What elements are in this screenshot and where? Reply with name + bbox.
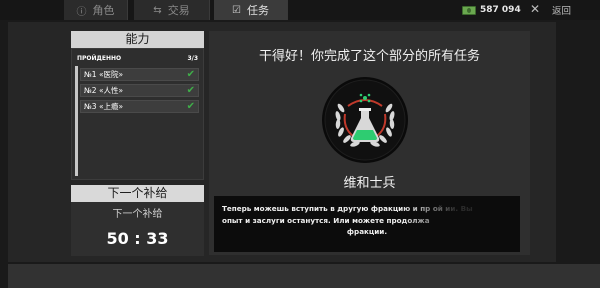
check-icon: ✔: [186, 101, 195, 112]
ability-item-label: №2 «人性»: [84, 86, 124, 95]
money-display: 587 094: [462, 2, 521, 18]
tab-trade[interactable]: ⇆ 交易: [134, 0, 210, 20]
passed-label: ПРОЙДЕННО: [77, 54, 122, 62]
trade-icon: ⇆: [153, 4, 162, 16]
abilities-title: 能力: [71, 31, 204, 48]
completion-title: 干得好！你完成了这个部分的所有任务: [258, 49, 480, 64]
tab-tasks-label: 任务: [246, 4, 269, 17]
supply-subtitle: 下一个补给: [112, 209, 163, 220]
close-button[interactable]: ✕: [530, 2, 540, 16]
back-button[interactable]: 返回: [552, 3, 571, 17]
tab-character-label: 角色: [92, 4, 115, 17]
tab-character[interactable]: ⓘ 角色: [64, 0, 128, 20]
flask-laurel-badge-icon: [322, 77, 408, 163]
rank-name: 维和士兵: [343, 176, 396, 191]
supply-title: 下一个补给: [71, 185, 204, 202]
tab-trade-label: 交易: [167, 4, 190, 17]
bottom-strip: [8, 264, 600, 288]
passed-count: 3/3: [187, 54, 198, 62]
passed-row: ПРОЙДЕННО 3/3: [74, 52, 201, 64]
tooltip-fade-overlay: [400, 196, 520, 252]
progress-line: [75, 66, 78, 176]
tab-tasks[interactable]: ☑ 任务: [214, 0, 288, 20]
character-icon: ⓘ: [76, 6, 87, 18]
cash-icon: [462, 5, 476, 15]
ability-item-1[interactable]: №1 «医院» ✔: [80, 68, 199, 81]
ability-item-2[interactable]: №2 «人性» ✔: [80, 84, 199, 97]
ability-item-label: №1 «医院»: [84, 70, 124, 79]
check-icon: ✔: [186, 69, 195, 80]
check-icon: ✔: [186, 85, 195, 96]
supply-timer: 50 : 33: [106, 229, 169, 248]
ability-item-label: №3 «上瘾»: [84, 102, 124, 111]
money-amount: 587 094: [480, 5, 521, 15]
ability-item-3[interactable]: №3 «上瘾» ✔: [80, 100, 199, 113]
tasks-icon: ☑: [232, 4, 241, 16]
